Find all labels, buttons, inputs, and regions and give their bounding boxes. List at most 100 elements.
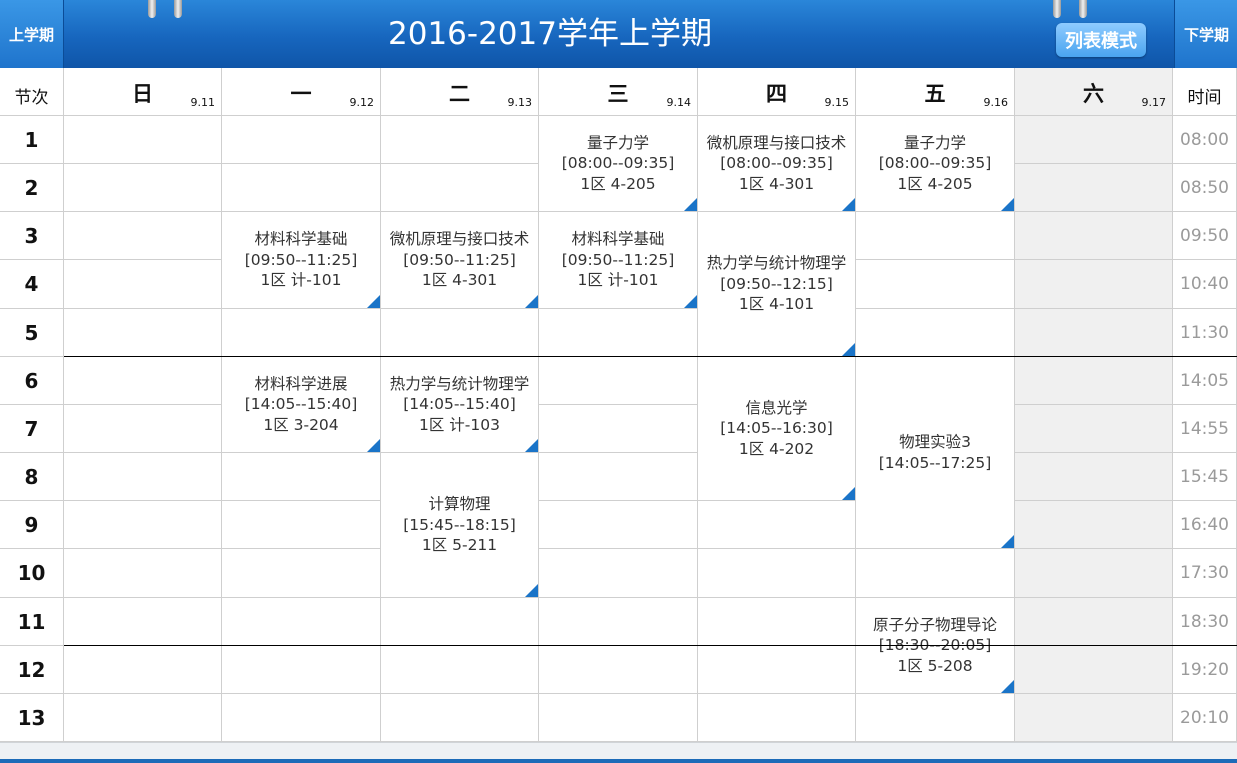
schedule-cell[interactable] [1015, 164, 1173, 212]
schedule-cell[interactable] [856, 549, 1015, 598]
course-block[interactable]: 微机原理与接口技术 [08:00--09:35] 1区 4-301 [698, 116, 855, 211]
corner-marker-icon [525, 439, 538, 452]
day-header[interactable]: 日 9.11 [64, 68, 222, 116]
period-time: 09:50 [1173, 212, 1237, 260]
course-room: 1区 5-211 [421, 536, 498, 555]
schedule-cell[interactable] [539, 309, 698, 357]
schedule-cell[interactable] [539, 646, 698, 694]
binder-ring-icon [148, 0, 156, 18]
day-header[interactable]: 五 9.16 [856, 68, 1015, 116]
schedule-cell[interactable] [1015, 260, 1173, 309]
course-time: [09:50--11:25] [244, 250, 358, 269]
schedule-cell[interactable] [64, 549, 222, 598]
course-block[interactable]: 物理实验3 [14:05--17:25] [856, 357, 1014, 548]
schedule-cell[interactable] [64, 501, 222, 549]
schedule-cell[interactable] [222, 116, 381, 164]
schedule-cell[interactable] [222, 694, 381, 742]
corner-marker-icon [842, 343, 855, 356]
schedule-cell[interactable] [1015, 116, 1173, 164]
schedule-cell[interactable] [698, 501, 856, 549]
schedule-cell[interactable] [222, 549, 381, 598]
schedule-cell[interactable] [64, 164, 222, 212]
schedule-cell[interactable] [698, 598, 856, 646]
schedule-cell[interactable] [381, 116, 539, 164]
course-block[interactable]: 计算物理 [15:45--18:15] 1区 5-211 [381, 453, 538, 597]
course-block[interactable]: 材料科学进展 [14:05--15:40] 1区 3-204 [222, 357, 380, 452]
schedule-cell[interactable] [698, 646, 856, 694]
schedule-cell[interactable] [856, 694, 1015, 742]
schedule-cell[interactable] [539, 357, 698, 405]
schedule-cell[interactable] [539, 694, 698, 742]
schedule-cell[interactable] [1015, 309, 1173, 357]
course-name: 量子力学 [586, 133, 649, 152]
course-block[interactable]: 量子力学 [08:00--09:35] 1区 4-205 [856, 116, 1014, 211]
schedule-cell[interactable] [64, 453, 222, 501]
day-date: 9.12 [349, 96, 375, 109]
schedule-cell[interactable] [64, 405, 222, 453]
schedule-cell[interactable] [539, 501, 698, 549]
list-mode-button[interactable]: 列表模式 [1056, 23, 1146, 57]
schedule-cell[interactable] [1015, 646, 1173, 694]
header-bar: 上学期 2016-2017学年上学期 列表模式 下学期 [0, 0, 1237, 68]
schedule-cell[interactable] [1015, 549, 1173, 598]
schedule-cell[interactable] [64, 357, 222, 405]
schedule-cell[interactable] [381, 646, 539, 694]
schedule-cell[interactable] [1015, 598, 1173, 646]
course-block[interactable]: 材料科学基础 [09:50--11:25] 1区 计-101 [539, 212, 697, 308]
schedule-cell[interactable] [222, 309, 381, 357]
schedule-cell[interactable] [64, 694, 222, 742]
schedule-cell[interactable] [856, 260, 1015, 309]
schedule-cell[interactable] [698, 694, 856, 742]
next-semester-button[interactable]: 下学期 [1174, 0, 1237, 68]
schedule-cell[interactable] [856, 212, 1015, 260]
schedule-cell[interactable] [539, 405, 698, 453]
day-header[interactable]: 六 9.17 [1015, 68, 1173, 116]
period-time: 20:10 [1173, 694, 1237, 742]
schedule-cell[interactable] [64, 309, 222, 357]
course-block[interactable]: 材料科学基础 [09:50--11:25] 1区 计-101 [222, 212, 380, 308]
schedule-cell[interactable] [1015, 501, 1173, 549]
schedule-app: 上学期 2016-2017学年上学期 列表模式 下学期 节次日 9.11 一 9.12… [0, 0, 1237, 763]
schedule-cell[interactable] [64, 116, 222, 164]
schedule-cell[interactable] [856, 309, 1015, 357]
page-title: 2016-2017学年上学期 [388, 16, 712, 52]
day-header[interactable]: 三 9.14 [539, 68, 698, 116]
course-block[interactable]: 量子力学 [08:00--09:35] 1区 4-205 [539, 116, 697, 211]
day-date: 9.14 [666, 96, 692, 109]
schedule-cell[interactable] [222, 453, 381, 501]
day-header[interactable]: 一 9.12 [222, 68, 381, 116]
schedule-cell[interactable] [222, 646, 381, 694]
period-number: 12 [0, 646, 64, 694]
schedule-cell[interactable] [381, 309, 539, 357]
course-room: 1区 4-202 [738, 439, 815, 458]
schedule-cell[interactable] [64, 646, 222, 694]
course-room: 1区 4-301 [421, 271, 498, 290]
schedule-cell[interactable] [64, 212, 222, 260]
schedule-cell[interactable] [698, 549, 856, 598]
course-name: 热力学与统计物理学 [389, 374, 530, 393]
schedule-cell[interactable] [1015, 212, 1173, 260]
course-block[interactable]: 信息光学 [14:05--16:30] 1区 4-202 [698, 357, 855, 500]
schedule-cell[interactable] [222, 164, 381, 212]
course-block[interactable]: 微机原理与接口技术 [09:50--11:25] 1区 4-301 [381, 212, 538, 308]
schedule-cell[interactable] [539, 598, 698, 646]
schedule-cell[interactable] [381, 598, 539, 646]
course-block[interactable]: 热力学与统计物理学 [09:50--12:15] 1区 4-101 [698, 212, 855, 356]
schedule-cell[interactable] [1015, 357, 1173, 405]
schedule-cell[interactable] [539, 453, 698, 501]
schedule-cell[interactable] [381, 164, 539, 212]
schedule-cell[interactable] [1015, 405, 1173, 453]
course-time: [08:00--09:35] [720, 154, 833, 173]
schedule-cell[interactable] [222, 598, 381, 646]
schedule-cell[interactable] [1015, 453, 1173, 501]
schedule-cell[interactable] [222, 501, 381, 549]
schedule-cell[interactable] [381, 694, 539, 742]
schedule-cell[interactable] [64, 598, 222, 646]
schedule-cell[interactable] [64, 260, 222, 309]
day-header[interactable]: 四 9.15 [698, 68, 856, 116]
day-header[interactable]: 二 9.13 [381, 68, 539, 116]
schedule-cell[interactable] [1015, 694, 1173, 742]
schedule-cell[interactable] [539, 549, 698, 598]
prev-semester-button[interactable]: 上学期 [0, 0, 64, 68]
course-block[interactable]: 热力学与统计物理学 [14:05--15:40] 1区 计-103 [381, 357, 538, 452]
